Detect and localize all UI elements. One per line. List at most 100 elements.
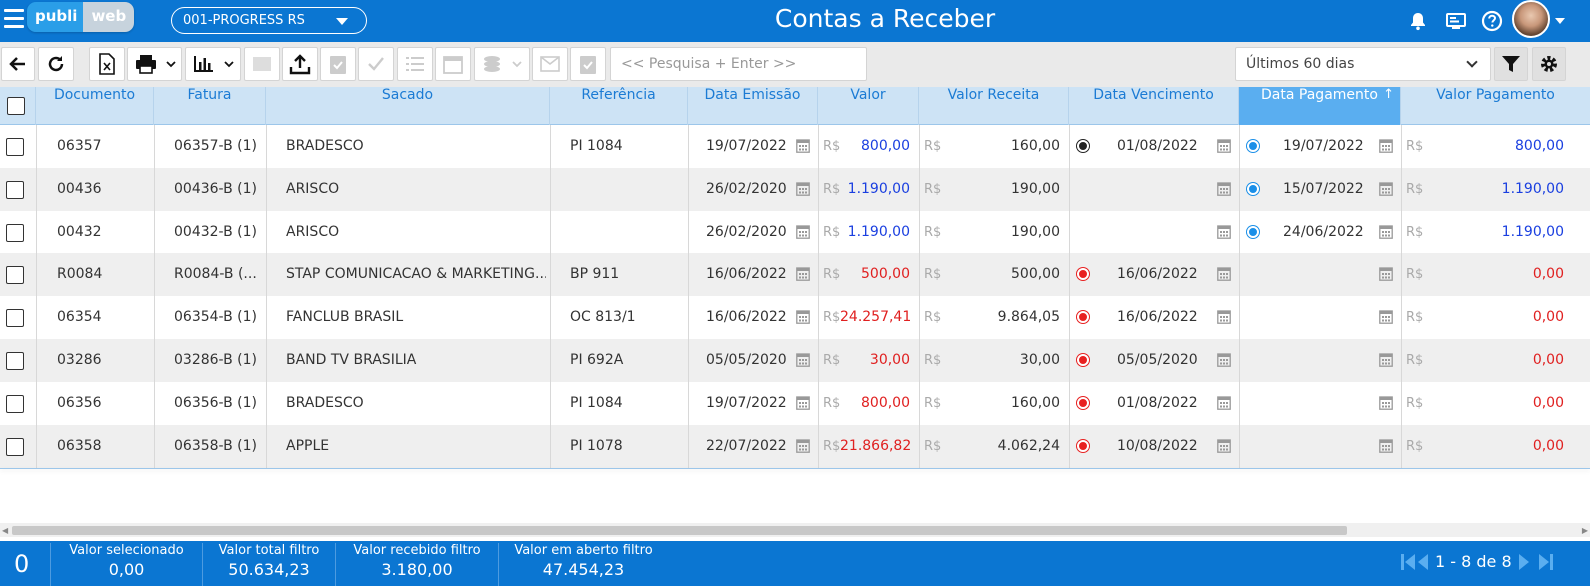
list-icon (406, 57, 424, 71)
table-row[interactable]: 03286 03286-B (1) BAND TV BRASILIA PI 692A 0… (0, 339, 1590, 382)
cell-data-vencimento (1117, 168, 1197, 211)
list-button[interactable] (397, 47, 433, 81)
column-divider (688, 253, 689, 296)
settings-button[interactable] (1532, 47, 1566, 81)
summary-open: Valor em aberto filtro 47.454,23 (498, 543, 668, 586)
cell-referencia: PI 1084 (570, 138, 623, 154)
chevron-down-icon[interactable] (1555, 18, 1565, 24)
column-divider (550, 125, 551, 168)
chart-button[interactable] (185, 47, 241, 81)
currency-label: R$ (1406, 139, 1424, 154)
scroll-left-icon[interactable]: ◀ (2, 526, 8, 535)
table-row[interactable]: 06354 06354-B (1) FANCLUB BRASIL OC 813/1 16… (0, 296, 1590, 339)
row-checkbox[interactable] (6, 138, 24, 156)
cell-data-vencimento (1117, 211, 1197, 254)
col-documento[interactable]: Documento (36, 87, 154, 125)
upload-button[interactable] (282, 47, 318, 81)
column-divider (266, 125, 267, 168)
cell-valor-receita: 4.062,24 (997, 438, 1060, 454)
email-button[interactable] (532, 47, 568, 81)
next-page-icon[interactable] (1518, 553, 1530, 571)
cell-valor-receita: 9.864,05 (997, 309, 1060, 325)
monitor-icon[interactable] (1445, 10, 1467, 32)
filter-button[interactable] (1494, 47, 1528, 81)
calendar-button[interactable] (435, 47, 471, 81)
cell-data-pagamento: 19/07/2022 (1283, 138, 1363, 154)
table-row[interactable]: R0084 R0084-B (... STAP COMUNICACAO & MARK… (0, 253, 1590, 296)
clipboard-button[interactable] (570, 47, 606, 81)
horizontal-scrollbar[interactable]: ◀ ▶ (0, 523, 1590, 537)
scroll-right-icon[interactable]: ▶ (1582, 526, 1588, 535)
currency-label: R$ (924, 310, 942, 325)
table-row[interactable]: 06356 06356-B (1) BRADESCO PI 1084 19/07/202… (0, 382, 1590, 425)
col-data-pagamento[interactable]: Data Pagamento ↑ (1239, 87, 1401, 125)
approve-button[interactable] (320, 47, 356, 81)
print-button[interactable] (127, 47, 182, 81)
cell-data-vencimento: 16/06/2022 (1117, 266, 1197, 282)
cell-fatura: 06358-B (1) (174, 438, 257, 454)
cell-data-vencimento: 01/08/2022 (1117, 138, 1197, 154)
back-button[interactable] (1, 47, 35, 81)
search-input[interactable]: << Pesquisa + Enter >> (610, 47, 867, 81)
column-divider (1239, 425, 1240, 468)
col-data-emissao[interactable]: Data Emissão (688, 87, 818, 125)
column-divider (154, 425, 155, 468)
bell-icon[interactable] (1407, 10, 1429, 32)
table-row[interactable]: 00436 00436-B (1) ARISCO 26/02/2020 R$ 1.190,… (0, 168, 1590, 211)
row-checkbox[interactable] (6, 224, 24, 242)
status-dot-icon (1247, 183, 1259, 195)
check-button[interactable] (358, 47, 394, 81)
table-row[interactable]: 06357 06357-B (1) BRADESCO PI 1084 19/07/202… (0, 125, 1590, 168)
row-checkbox[interactable] (6, 438, 24, 456)
cell-valor-pagamento: 0,00 (1532, 266, 1564, 282)
first-page-icon[interactable] (1400, 553, 1416, 571)
company-selector[interactable]: 001-PROGRESS RS (171, 7, 367, 34)
cell-data-pagamento (1283, 382, 1363, 425)
prev-page-icon[interactable] (1417, 553, 1429, 571)
col-fatura[interactable]: Fatura (154, 87, 266, 125)
status-dot-icon (1077, 440, 1089, 452)
row-checkbox[interactable] (6, 309, 24, 327)
help-icon[interactable] (1481, 10, 1503, 32)
table-row[interactable]: 06358 06358-B (1) APPLE PI 1078 22/07/2022 R$… (0, 425, 1590, 468)
scrollbar-thumb[interactable] (12, 526, 1347, 535)
table-row[interactable]: 00432 00432-B (1) ARISCO 26/02/2020 R$ 1.190,… (0, 211, 1590, 254)
column-divider (550, 168, 551, 211)
column-divider (1401, 125, 1402, 168)
summary-received: Valor recebido filtro 3.180,00 (335, 543, 498, 586)
currency-label: R$ (1406, 310, 1424, 325)
coins-button[interactable] (474, 47, 530, 81)
col-valor-pagamento[interactable]: Valor Pagamento (1401, 87, 1590, 125)
cell-data-pagamento: 15/07/2022 (1283, 181, 1363, 197)
cell-valor: 500,00 (861, 266, 910, 282)
cell-valor: 1.190,00 (847, 181, 910, 197)
avatar[interactable] (1512, 0, 1550, 38)
column-divider (550, 425, 551, 468)
col-valor[interactable]: Valor (818, 87, 919, 125)
column-divider (1401, 296, 1402, 339)
period-select[interactable]: Últimos 60 dias (1235, 47, 1491, 81)
export-excel-button[interactable] (89, 47, 125, 81)
calendar-icon (443, 56, 463, 74)
column-divider (818, 425, 819, 468)
selected-count: 0 (14, 550, 30, 578)
column-divider (919, 296, 920, 339)
last-page-icon[interactable] (1538, 553, 1554, 571)
cell-data-emissao: 16/06/2022 (706, 309, 786, 325)
col-data-vencimento[interactable]: Data Vencimento (1069, 87, 1239, 125)
table-button[interactable] (244, 47, 280, 81)
column-divider (688, 211, 689, 254)
currency-label: R$ (924, 139, 942, 154)
col-referencia[interactable]: Referência (550, 87, 688, 125)
cell-data-emissao: 22/07/2022 (706, 438, 786, 454)
col-sacado[interactable]: Sacado (266, 87, 550, 125)
select-all-checkbox[interactable] (7, 97, 25, 115)
cell-valor: 800,00 (861, 138, 910, 154)
menu-icon[interactable] (4, 9, 24, 31)
col-valor-receita[interactable]: Valor Receita (919, 87, 1069, 125)
refresh-button[interactable] (38, 47, 74, 81)
row-checkbox[interactable] (6, 395, 24, 413)
row-checkbox[interactable] (6, 352, 24, 370)
row-checkbox[interactable] (6, 266, 24, 284)
row-checkbox[interactable] (6, 181, 24, 199)
